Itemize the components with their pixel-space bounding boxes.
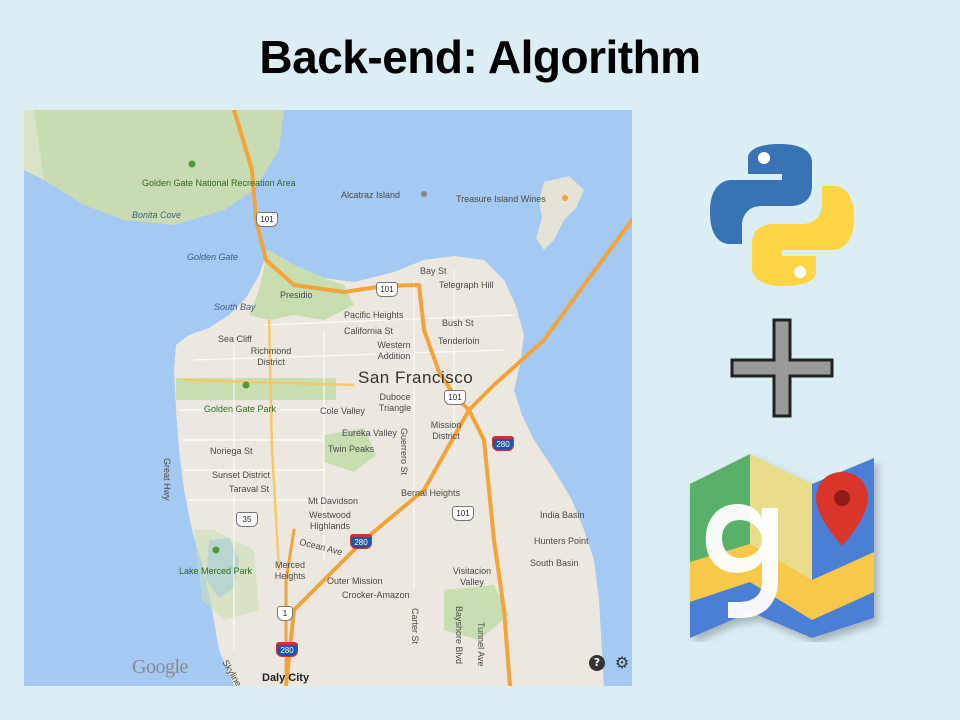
map-label: Twin Peaks xyxy=(328,444,375,454)
map-label: Tunnel Ave xyxy=(476,622,486,667)
map-label: South Bay xyxy=(214,302,256,312)
map-label: South Basin xyxy=(530,558,579,568)
help-icon[interactable]: ? xyxy=(589,655,605,671)
plus-icon xyxy=(730,318,834,423)
map-label: Bush St xyxy=(442,318,474,328)
gear-icon[interactable]: ⚙ xyxy=(614,655,630,671)
map-label: Lake Merced Park xyxy=(179,566,253,576)
map-label: Visitacion Valley xyxy=(452,566,492,587)
map-label: Crocker-Amazon xyxy=(342,590,410,600)
route-shield: 280 xyxy=(276,642,298,657)
map-label: California St xyxy=(344,326,394,336)
map-label: Merced Heights xyxy=(274,560,306,581)
map-label: Hunters Point xyxy=(534,536,589,546)
map-label: Western Addition xyxy=(377,340,411,361)
map-label: Bernal Heights xyxy=(401,488,461,498)
map-label: Tenderloin xyxy=(438,336,480,346)
map-label: Golden Gate Park xyxy=(204,404,277,414)
route-shield: 280 xyxy=(350,534,372,549)
map-label: Outer Mission xyxy=(327,576,383,586)
google-attribution: Google xyxy=(132,656,188,678)
map-label: Mission District xyxy=(430,420,462,441)
map-label: Mt Davidson xyxy=(308,496,359,506)
map-label: India Basin xyxy=(540,510,585,520)
map-label: Daly City xyxy=(262,672,310,684)
map-label: Bonita Cove xyxy=(132,210,182,220)
map-label: Telegraph Hill xyxy=(439,280,494,290)
route-shield: 101 xyxy=(256,212,278,227)
map-label: Pacific Heights xyxy=(344,310,404,320)
slide-title: Back-end: Algorithm xyxy=(259,31,701,83)
route-shield: 280 xyxy=(492,436,514,451)
map-label: Great Hwy xyxy=(162,458,172,501)
map-label: Taraval St xyxy=(229,484,270,494)
map-label: Cole Valley xyxy=(320,406,365,416)
map-label: Golden Gate National Recreation Area xyxy=(142,178,296,188)
map-label: Sea Cliff xyxy=(218,334,252,344)
route-shield: 1 xyxy=(277,606,293,621)
python-logo-icon xyxy=(706,140,858,295)
map-label: Duboce Triangle xyxy=(378,392,412,413)
map-label: Guerrero St xyxy=(399,428,409,476)
map-label: Bayshore Blvd xyxy=(454,606,464,665)
map-label: Richmond District xyxy=(250,346,292,367)
map-label: Carter St xyxy=(410,608,420,645)
route-shield: 101 xyxy=(444,390,466,405)
map-label: Golden Gate xyxy=(187,252,239,262)
map-label: Eureka Valley xyxy=(342,428,397,438)
route-shield: 101 xyxy=(452,506,474,521)
map-label: Presidio xyxy=(280,290,313,300)
map-label: Sunset District xyxy=(212,470,271,480)
map-label: Alcatraz Island xyxy=(341,190,401,200)
map-screenshot: Golden Gate National Recreation Area Bon… xyxy=(24,110,632,686)
city-label: San Francisco xyxy=(358,368,474,387)
map-label: Treasure Island Wines xyxy=(456,194,546,204)
route-shield: 35 xyxy=(236,512,258,527)
google-maps-logo-icon xyxy=(688,452,888,647)
route-shield: 101 xyxy=(376,282,398,297)
map-label: Westwood Highlands xyxy=(309,510,351,531)
map-label: Bay St xyxy=(420,266,447,276)
map-label: Noriega St xyxy=(210,446,253,456)
